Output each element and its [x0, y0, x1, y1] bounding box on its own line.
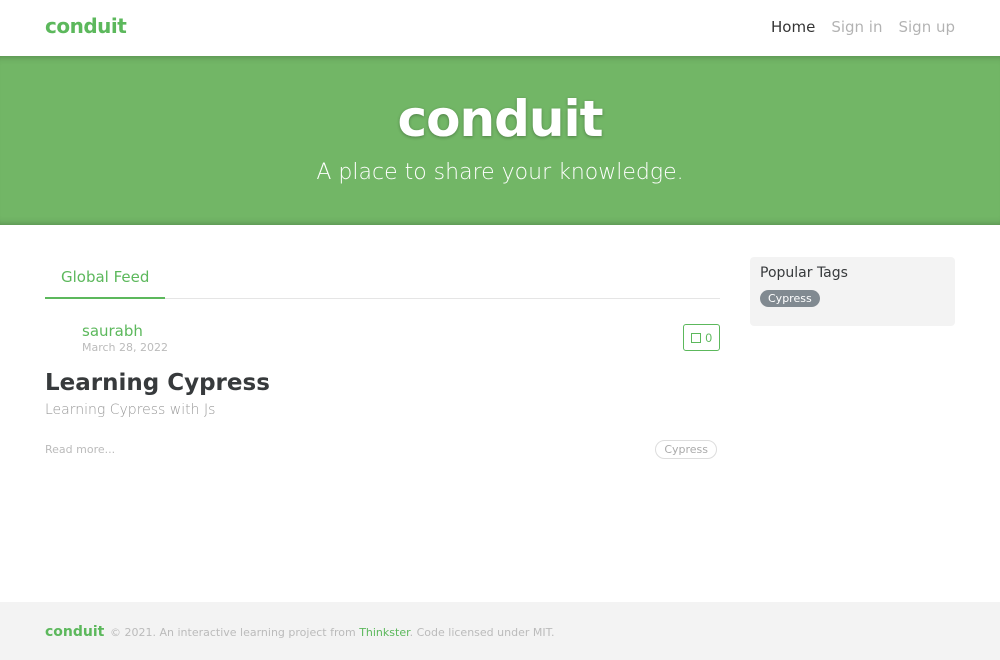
banner-title: conduit — [397, 90, 603, 148]
feed-toggle: Global Feed — [45, 258, 720, 299]
navbar: conduit Home Sign in Sign up — [0, 0, 1000, 56]
nav-home-link[interactable]: Home — [771, 18, 815, 36]
article-title[interactable]: Learning Cypress — [45, 370, 270, 396]
thinkster-link[interactable]: Thinkster — [359, 626, 409, 639]
favorites-count: 0 — [705, 330, 712, 345]
nav-links: Home Sign in Sign up — [771, 18, 955, 36]
read-more-link[interactable]: Read more... — [45, 443, 115, 456]
footer-text-before: © 2021. An interactive learning project … — [110, 626, 360, 639]
popular-tags-sidebar: Popular Tags Cypress — [750, 257, 955, 326]
article-tag[interactable]: Cypress — [655, 440, 717, 459]
heart-icon — [691, 332, 702, 343]
popular-tag[interactable]: Cypress — [760, 290, 820, 307]
article-description: Learning Cypress with Js — [45, 402, 216, 418]
footer-text-after: . Code licensed under MIT. — [409, 626, 555, 639]
article-date: March 28, 2022 — [82, 341, 169, 354]
avatar[interactable] — [45, 322, 77, 354]
brand-logo[interactable]: conduit — [45, 14, 127, 38]
banner: conduit A place to share your knowledge. — [0, 56, 1000, 225]
article-tag-list: Cypress — [655, 438, 717, 459]
article-preview: saurabh March 28, 2022 0 Learning Cypres… — [45, 318, 720, 468]
banner-subtitle: A place to share your knowledge. — [316, 160, 684, 185]
favorite-button[interactable]: 0 — [683, 324, 720, 351]
nav-sign-in-link[interactable]: Sign in — [831, 18, 882, 36]
article-author[interactable]: saurabh — [82, 322, 143, 340]
footer-attribution: © 2021. An interactive learning project … — [110, 626, 555, 639]
footer-logo[interactable]: conduit — [45, 624, 104, 640]
footer: conduit © 2021. An interactive learning … — [0, 602, 1000, 660]
nav-sign-up-link[interactable]: Sign up — [898, 18, 955, 36]
tab-global-feed[interactable]: Global Feed — [45, 258, 166, 299]
sidebar-title: Popular Tags — [760, 265, 848, 281]
